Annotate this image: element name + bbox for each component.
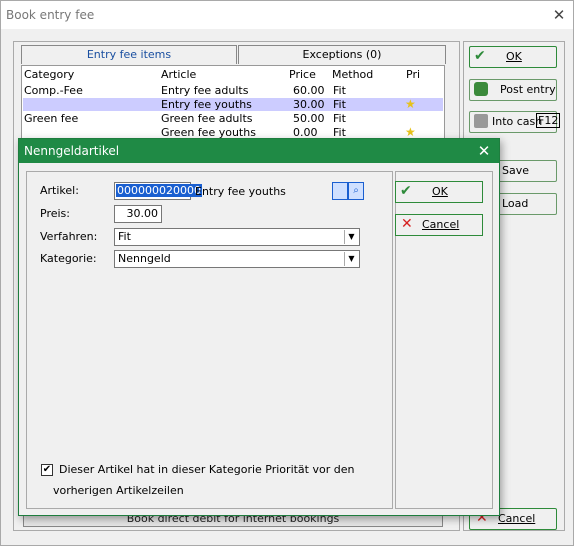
cancel-x-icon: ✕ — [401, 216, 413, 232]
cell-category: Green fee — [24, 112, 79, 125]
priority-checkbox-label-line2: vorherigen Artikelzeilen — [53, 484, 184, 497]
cash-register-icon — [474, 114, 488, 128]
verfahren-select[interactable]: Fit ▼ — [114, 228, 360, 246]
column-header-category[interactable]: Category — [24, 68, 74, 81]
column-header-priority[interactable]: Pri — [406, 68, 420, 81]
checkmark-icon: ✔ — [474, 48, 486, 64]
ok-label: OK — [506, 50, 522, 63]
dialog-close-icon[interactable]: ✕ — [471, 140, 497, 162]
ok-button[interactable]: ✔ OK — [469, 46, 557, 68]
cell-method: Fit — [333, 112, 346, 125]
artikel-name: Entry fee youths — [195, 185, 286, 198]
tab-entry-fee-items[interactable]: Entry fee items — [21, 45, 237, 64]
cell-price: 60.00 — [293, 84, 325, 97]
priority-star-icon: ★ — [405, 125, 416, 139]
cell-price: 50.00 — [293, 112, 325, 125]
table-row-selected[interactable]: Entry fee youths 30.00 Fit ★ — [23, 97, 443, 111]
post-entry-button[interactable]: Post entry — [469, 79, 557, 101]
tab-exceptions[interactable]: Exceptions (0) — [238, 45, 446, 64]
chevron-down-icon[interactable]: ▼ — [344, 230, 358, 244]
preis-input[interactable]: 30.00 — [114, 205, 162, 223]
chevron-down-icon[interactable]: ▼ — [344, 252, 358, 266]
into-cash-label: Into cash — [492, 115, 543, 128]
nenngeldartikel-dialog: Nenngeldartikel ✕ Artikel: 000000020000 … — [18, 138, 500, 516]
kategorie-value: Nenngeld — [118, 252, 171, 265]
ok-label: OK — [432, 185, 448, 198]
cell-article: Green fee adults — [161, 112, 253, 125]
cell-method: Fit — [333, 84, 346, 97]
dialog-title: Nenngeldartikel — [24, 144, 120, 158]
dialog-ok-button[interactable]: ✔ OK — [395, 181, 483, 203]
column-header-article[interactable]: Article — [161, 68, 196, 81]
post-entry-label: Post entry — [500, 83, 556, 96]
cell-method: Fit — [333, 98, 346, 111]
table-row[interactable]: Green fee Green fee adults 50.00 Fit — [23, 112, 443, 125]
window-titlebar: Book entry fee ✕ — [1, 1, 573, 29]
checkmark-icon: ✔ — [400, 183, 412, 199]
preis-label: Preis: — [40, 207, 70, 220]
shortcut-key-badge: F12 — [536, 113, 561, 128]
table-lookup-icon[interactable] — [332, 182, 348, 200]
priority-checkbox[interactable]: ✔ — [41, 464, 53, 476]
verfahren-value: Fit — [118, 230, 131, 243]
kategorie-select[interactable]: Nenngeld ▼ — [114, 250, 360, 268]
into-cash-button[interactable]: Into cash F12 — [469, 111, 561, 133]
cancel-label: Cancel — [498, 512, 536, 525]
verfahren-label: Verfahren: — [40, 230, 98, 243]
dialog-cancel-button[interactable]: ✕ Cancel — [395, 214, 483, 236]
table-row[interactable]: Comp.-Fee Entry fee adults 60.00 Fit — [23, 84, 443, 97]
save-label: Save — [502, 164, 530, 177]
form-frame — [26, 171, 393, 509]
column-header-price[interactable]: Price — [289, 68, 316, 81]
cell-category: Comp.-Fee — [24, 84, 83, 97]
priority-star-icon: ★ — [405, 97, 416, 111]
cell-article: Entry fee adults — [161, 84, 249, 97]
priority-checkbox-label: Dieser Artikel hat in dieser Kategorie P… — [59, 463, 355, 476]
cell-article: Entry fee youths — [161, 98, 252, 111]
search-icon[interactable]: ⌕ — [348, 182, 364, 200]
artikel-label: Artikel: — [40, 184, 79, 197]
window-title: Book entry fee — [6, 8, 95, 22]
cancel-label: Cancel — [422, 218, 460, 231]
column-header-method[interactable]: Method — [332, 68, 373, 81]
load-label: Load — [502, 197, 529, 210]
preis-value: 30.00 — [126, 207, 159, 220]
close-icon[interactable]: ✕ — [547, 4, 571, 26]
kategorie-label: Kategorie: — [40, 252, 97, 265]
dialog-titlebar: Nenngeldartikel ✕ — [19, 139, 499, 163]
cell-price: 30.00 — [293, 98, 325, 111]
artikel-input[interactable]: 000000020000 — [114, 182, 202, 200]
artikel-value: 000000020000 — [116, 184, 202, 197]
post-entry-icon — [474, 82, 488, 96]
